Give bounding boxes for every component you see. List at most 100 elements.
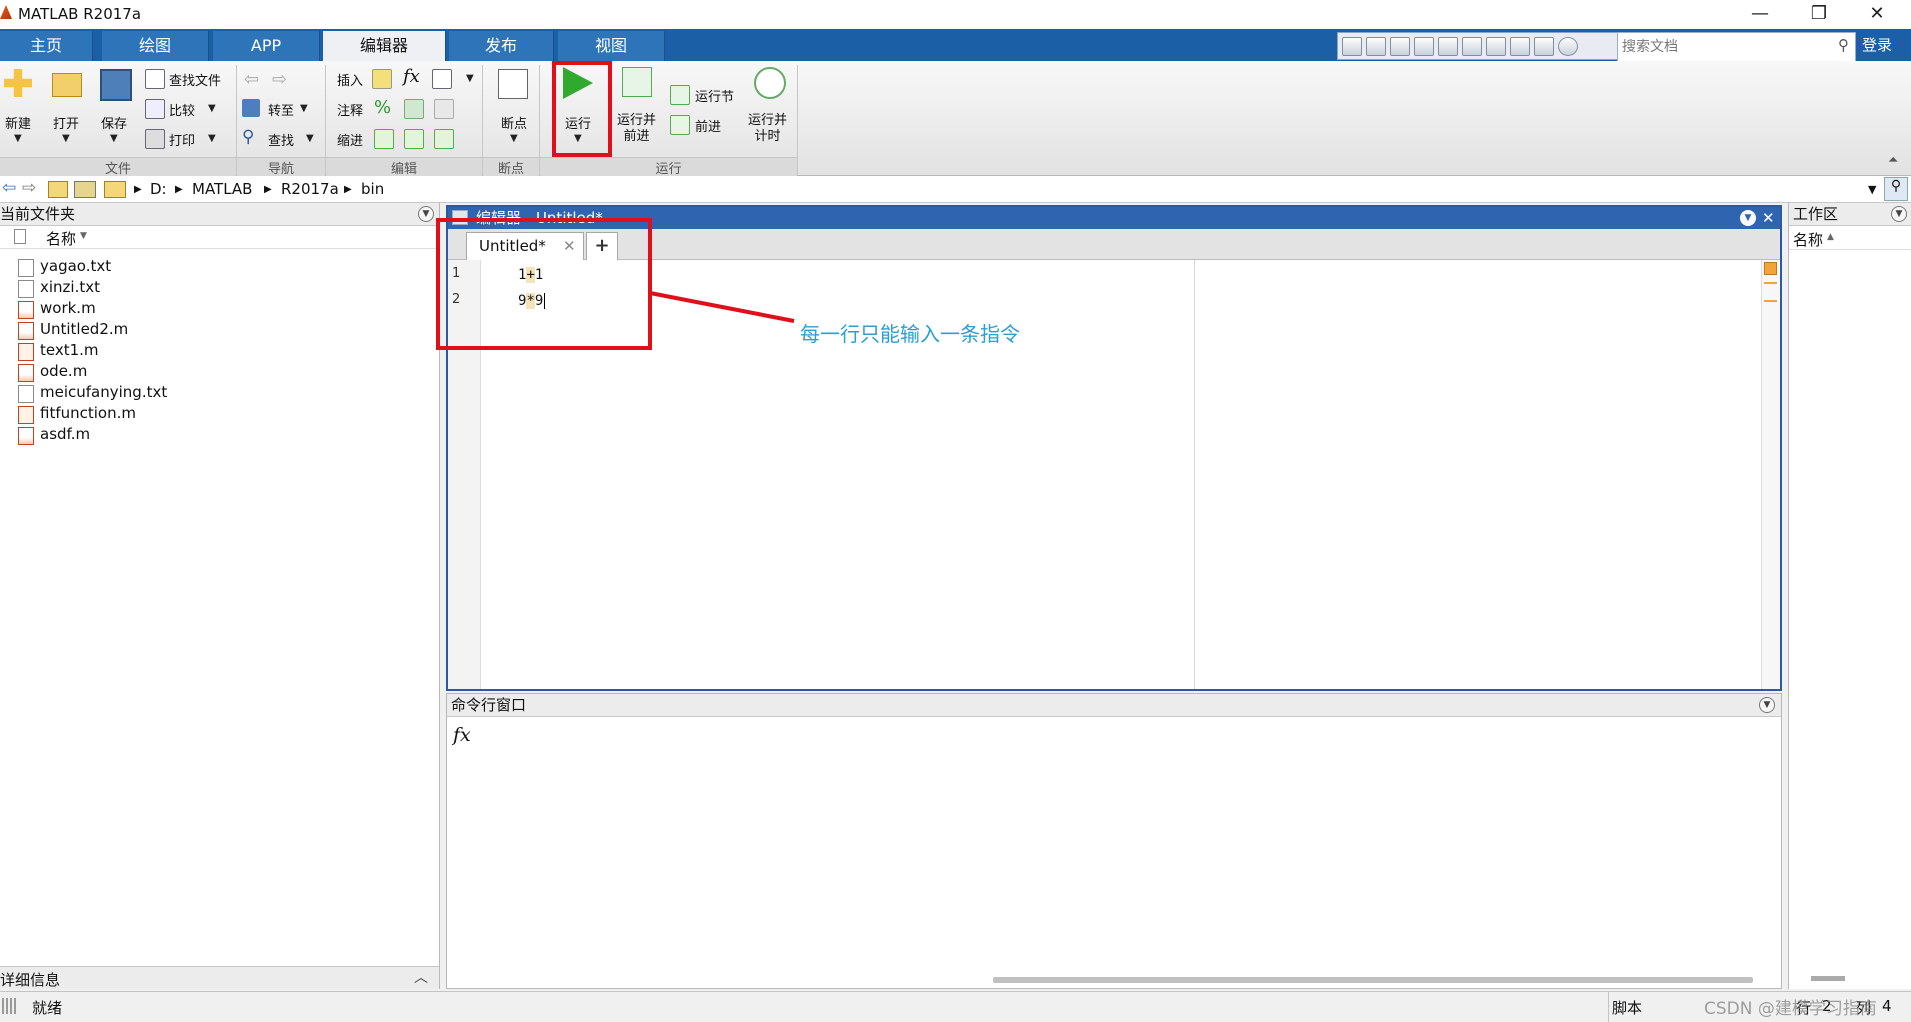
- forward-nav-icon[interactable]: ⇨: [272, 69, 287, 90]
- print-dropdown-icon[interactable]: ▼: [208, 133, 216, 144]
- decrease-indent-icon[interactable]: [434, 129, 454, 149]
- qat-redo-icon[interactable]: [1486, 37, 1506, 56]
- workspace-scroll-thumb[interactable]: [1811, 976, 1845, 981]
- run-advance-button[interactable]: 运行并 前进: [617, 113, 656, 145]
- path-part[interactable]: MATLAB: [192, 180, 252, 198]
- collapse-ribbon-icon[interactable]: ⏶: [1888, 153, 1898, 168]
- open-dropdown-icon[interactable]: ▼: [62, 133, 70, 144]
- goto-dropdown-icon[interactable]: ▼: [300, 103, 308, 114]
- indent-button[interactable]: 缩进: [337, 130, 363, 149]
- maximize-button[interactable]: ❐: [1794, 2, 1844, 26]
- up-folder-icon[interactable]: [48, 181, 68, 198]
- uncomment-icon[interactable]: [404, 99, 424, 119]
- run-section-button[interactable]: 运行节: [695, 86, 734, 105]
- qat-switch-window-icon[interactable]: [1510, 37, 1530, 56]
- comment-percent-icon[interactable]: %: [374, 97, 391, 118]
- insert-button[interactable]: 插入: [337, 70, 363, 89]
- open-folder-icon[interactable]: [52, 73, 82, 97]
- qat-undo-icon[interactable]: [1462, 37, 1482, 56]
- compare-dropdown-icon[interactable]: ▼: [208, 103, 216, 114]
- print-icon[interactable]: [145, 129, 165, 149]
- minimize-button[interactable]: —: [1735, 2, 1785, 26]
- back-nav-icon[interactable]: ⇦: [244, 69, 259, 90]
- horizontal-scrollbar[interactable]: [993, 977, 1753, 983]
- qat-layout-icon[interactable]: [1342, 37, 1362, 56]
- find-files-icon[interactable]: [145, 69, 165, 89]
- qat-cut-icon[interactable]: [1390, 37, 1410, 56]
- insert-dropdown-icon[interactable]: ▼: [466, 73, 474, 84]
- breakpoint-icon[interactable]: [498, 69, 528, 99]
- close-button[interactable]: ✕: [1852, 2, 1902, 26]
- sort-arrow-icon[interactable]: ▼: [80, 231, 87, 241]
- editor-close-icon[interactable]: ✕: [1762, 207, 1775, 229]
- path-drive[interactable]: D:: [150, 180, 167, 198]
- save-dropdown-icon[interactable]: ▼: [110, 133, 118, 144]
- tab-publish[interactable]: 发布: [449, 31, 554, 61]
- path-part[interactable]: bin: [361, 180, 384, 198]
- breakpoints-dropdown-icon[interactable]: ▼: [510, 133, 518, 144]
- new-button[interactable]: 新建: [5, 113, 31, 132]
- smart-indent-icon[interactable]: [374, 129, 394, 149]
- comment-button[interactable]: 注释: [337, 100, 363, 119]
- expand-details-icon[interactable]: ︿: [414, 967, 428, 987]
- tab-apps[interactable]: APP: [213, 31, 320, 61]
- name-column-header[interactable]: 名称: [46, 228, 76, 249]
- find-button[interactable]: 查找: [268, 130, 294, 149]
- save-button[interactable]: 保存: [101, 113, 127, 132]
- insert-section-icon[interactable]: [372, 69, 392, 89]
- save-disk-icon[interactable]: [100, 69, 132, 101]
- run-and-time-icon[interactable]: [754, 67, 786, 99]
- forward-arrow-icon[interactable]: ⇨: [22, 178, 36, 198]
- find-files-button[interactable]: 查找文件: [169, 70, 221, 89]
- print-button[interactable]: 打印: [169, 130, 195, 149]
- goto-button[interactable]: 转至: [268, 100, 294, 119]
- run-advance-icon[interactable]: [622, 67, 652, 97]
- goto-icon[interactable]: [242, 99, 260, 117]
- sort-arrow-icon[interactable]: ▲: [1827, 232, 1834, 242]
- run-section-icon[interactable]: [670, 85, 690, 105]
- command-window-menu-icon[interactable]: ▼: [1759, 697, 1775, 713]
- qat-help-icon[interactable]: [1558, 37, 1578, 56]
- workspace-name-column[interactable]: 名称: [1793, 229, 1823, 250]
- back-arrow-icon[interactable]: ⇦: [2, 178, 16, 198]
- editor-menu-icon[interactable]: ▼: [1740, 210, 1756, 226]
- tab-plots[interactable]: 绘图: [102, 31, 209, 61]
- warning-marker[interactable]: [1764, 300, 1777, 302]
- run-and-time-button[interactable]: 运行并 计时: [748, 113, 787, 145]
- qat-paste-icon[interactable]: [1438, 37, 1458, 56]
- search-icon[interactable]: ⚲: [1838, 36, 1849, 54]
- path-dropdown-icon[interactable]: ▼: [1868, 183, 1876, 196]
- details-panel-header[interactable]: 详细信息 ︿: [0, 966, 439, 989]
- tab-view[interactable]: 视图: [558, 31, 665, 61]
- pane-menu-icon[interactable]: ▼: [418, 206, 434, 222]
- login-link[interactable]: 登录: [1862, 34, 1892, 55]
- browse-folder-icon[interactable]: [74, 181, 96, 198]
- function-browser-icon[interactable]: fx: [453, 724, 471, 746]
- new-icon[interactable]: [4, 69, 32, 97]
- folder-icon: [104, 181, 126, 198]
- breakpoints-button[interactable]: 断点: [501, 113, 527, 132]
- qat-save-icon[interactable]: [1366, 37, 1386, 56]
- command-input-area[interactable]: [471, 718, 1771, 980]
- find-magnifier-icon[interactable]: ⚲: [242, 127, 254, 147]
- open-button[interactable]: 打开: [53, 113, 79, 132]
- tab-editor[interactable]: 编辑器: [323, 31, 446, 61]
- wrap-comment-icon[interactable]: [434, 99, 454, 119]
- advance-icon[interactable]: [670, 115, 690, 135]
- qat-print-icon[interactable]: [1534, 37, 1554, 56]
- workspace-menu-icon[interactable]: ▼: [1891, 206, 1907, 222]
- advance-button[interactable]: 前进: [695, 116, 721, 135]
- compare-icon[interactable]: [145, 99, 165, 119]
- qat-copy-icon[interactable]: [1414, 37, 1434, 56]
- compare-button[interactable]: 比较: [169, 100, 195, 119]
- insert-table-icon[interactable]: [432, 69, 452, 89]
- find-dropdown-icon[interactable]: ▼: [306, 133, 314, 144]
- increase-indent-icon[interactable]: [404, 129, 424, 149]
- address-search-icon[interactable]: ⚲: [1884, 177, 1908, 201]
- warning-indicator-icon[interactable]: [1764, 262, 1777, 275]
- tab-home[interactable]: 主页: [0, 31, 93, 61]
- path-part[interactable]: R2017a: [281, 180, 339, 198]
- new-dropdown-icon[interactable]: ▼: [14, 133, 22, 144]
- warning-marker[interactable]: [1764, 282, 1777, 284]
- insert-function-icon[interactable]: fx: [403, 66, 420, 87]
